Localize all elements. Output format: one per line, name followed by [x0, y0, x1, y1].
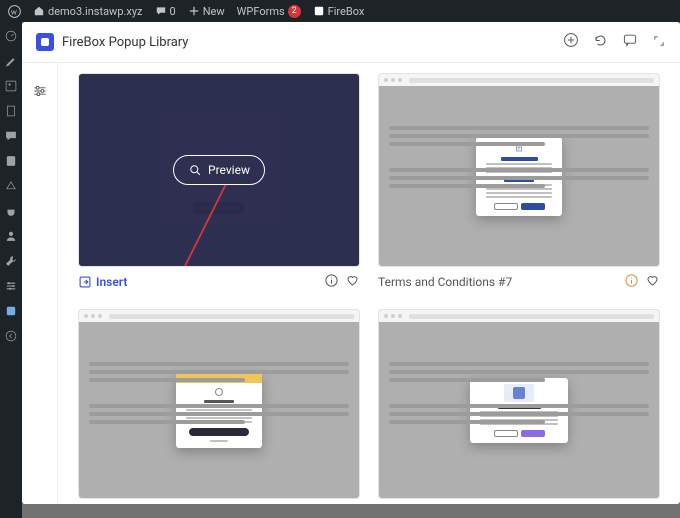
- chat-button[interactable]: [622, 32, 638, 52]
- template-card-2: Terms and Conditions #7: [378, 73, 660, 291]
- template-title-2: Terms and Conditions #7: [378, 275, 512, 289]
- modal-header: FireBox Popup Library: [22, 22, 680, 63]
- wp-logo[interactable]: [4, 5, 25, 18]
- firebox-icon: [36, 33, 54, 51]
- template-card-1: Preview Insert: [78, 73, 360, 291]
- template-thumb-4[interactable]: [378, 309, 660, 499]
- sidebar-appearance[interactable]: [4, 178, 19, 193]
- wp-site-name: demo3.instawp.xyz: [48, 5, 143, 18]
- wp-wpforms[interactable]: WPForms 2: [233, 5, 305, 18]
- wp-comments-count: 0: [170, 5, 176, 18]
- wp-admin-sidebar: [0, 22, 22, 518]
- preview-button[interactable]: Preview: [173, 155, 265, 185]
- sidebar-posts[interactable]: [4, 53, 19, 68]
- insert-button[interactable]: Insert: [78, 275, 127, 289]
- popup-library-modal: FireBox Popup Library: [22, 22, 680, 504]
- info-icon[interactable]: [324, 273, 339, 291]
- sidebar-users[interactable]: [4, 228, 19, 243]
- wp-new[interactable]: New: [184, 5, 229, 18]
- sidebar-pages[interactable]: [4, 103, 19, 118]
- add-button[interactable]: [563, 32, 579, 52]
- info-icon[interactable]: [624, 273, 639, 291]
- sidebar-collapse[interactable]: [4, 328, 19, 343]
- sidebar-dashboard[interactable]: [4, 28, 19, 43]
- sidebar-tools[interactable]: [4, 253, 19, 268]
- favorite-icon[interactable]: [645, 273, 660, 291]
- sidebar-comments[interactable]: [4, 128, 19, 143]
- sidebar-firebox[interactable]: [4, 303, 19, 318]
- filter-icon[interactable]: [32, 83, 48, 103]
- sidebar-plugins[interactable]: [4, 203, 19, 218]
- refresh-button[interactable]: [593, 33, 608, 52]
- sidebar-settings[interactable]: [4, 278, 19, 293]
- filter-rail: [22, 63, 58, 504]
- modal-title: FireBox Popup Library: [62, 35, 188, 50]
- template-thumb-1[interactable]: Preview: [78, 73, 360, 267]
- wp-wpforms-badge: 2: [288, 5, 301, 18]
- favorite-icon[interactable]: [345, 273, 360, 291]
- wp-comments[interactable]: 0: [151, 5, 180, 18]
- template-card-4: [378, 309, 660, 499]
- wp-firebox-label: FireBox: [328, 5, 365, 18]
- wp-firebox[interactable]: FireBox: [309, 5, 369, 18]
- template-thumb-2[interactable]: [378, 73, 660, 267]
- wp-new-label: New: [203, 5, 225, 18]
- template-card-3: [78, 309, 360, 499]
- sidebar-wpforms[interactable]: [4, 153, 19, 168]
- insert-label: Insert: [96, 275, 127, 289]
- template-thumb-3[interactable]: [78, 309, 360, 499]
- wp-site-link[interactable]: demo3.instawp.xyz: [29, 5, 147, 18]
- sidebar-media[interactable]: [4, 78, 19, 93]
- expand-button[interactable]: [652, 33, 666, 52]
- wp-wpforms-label: WPForms: [237, 5, 285, 18]
- preview-label: Preview: [208, 163, 250, 177]
